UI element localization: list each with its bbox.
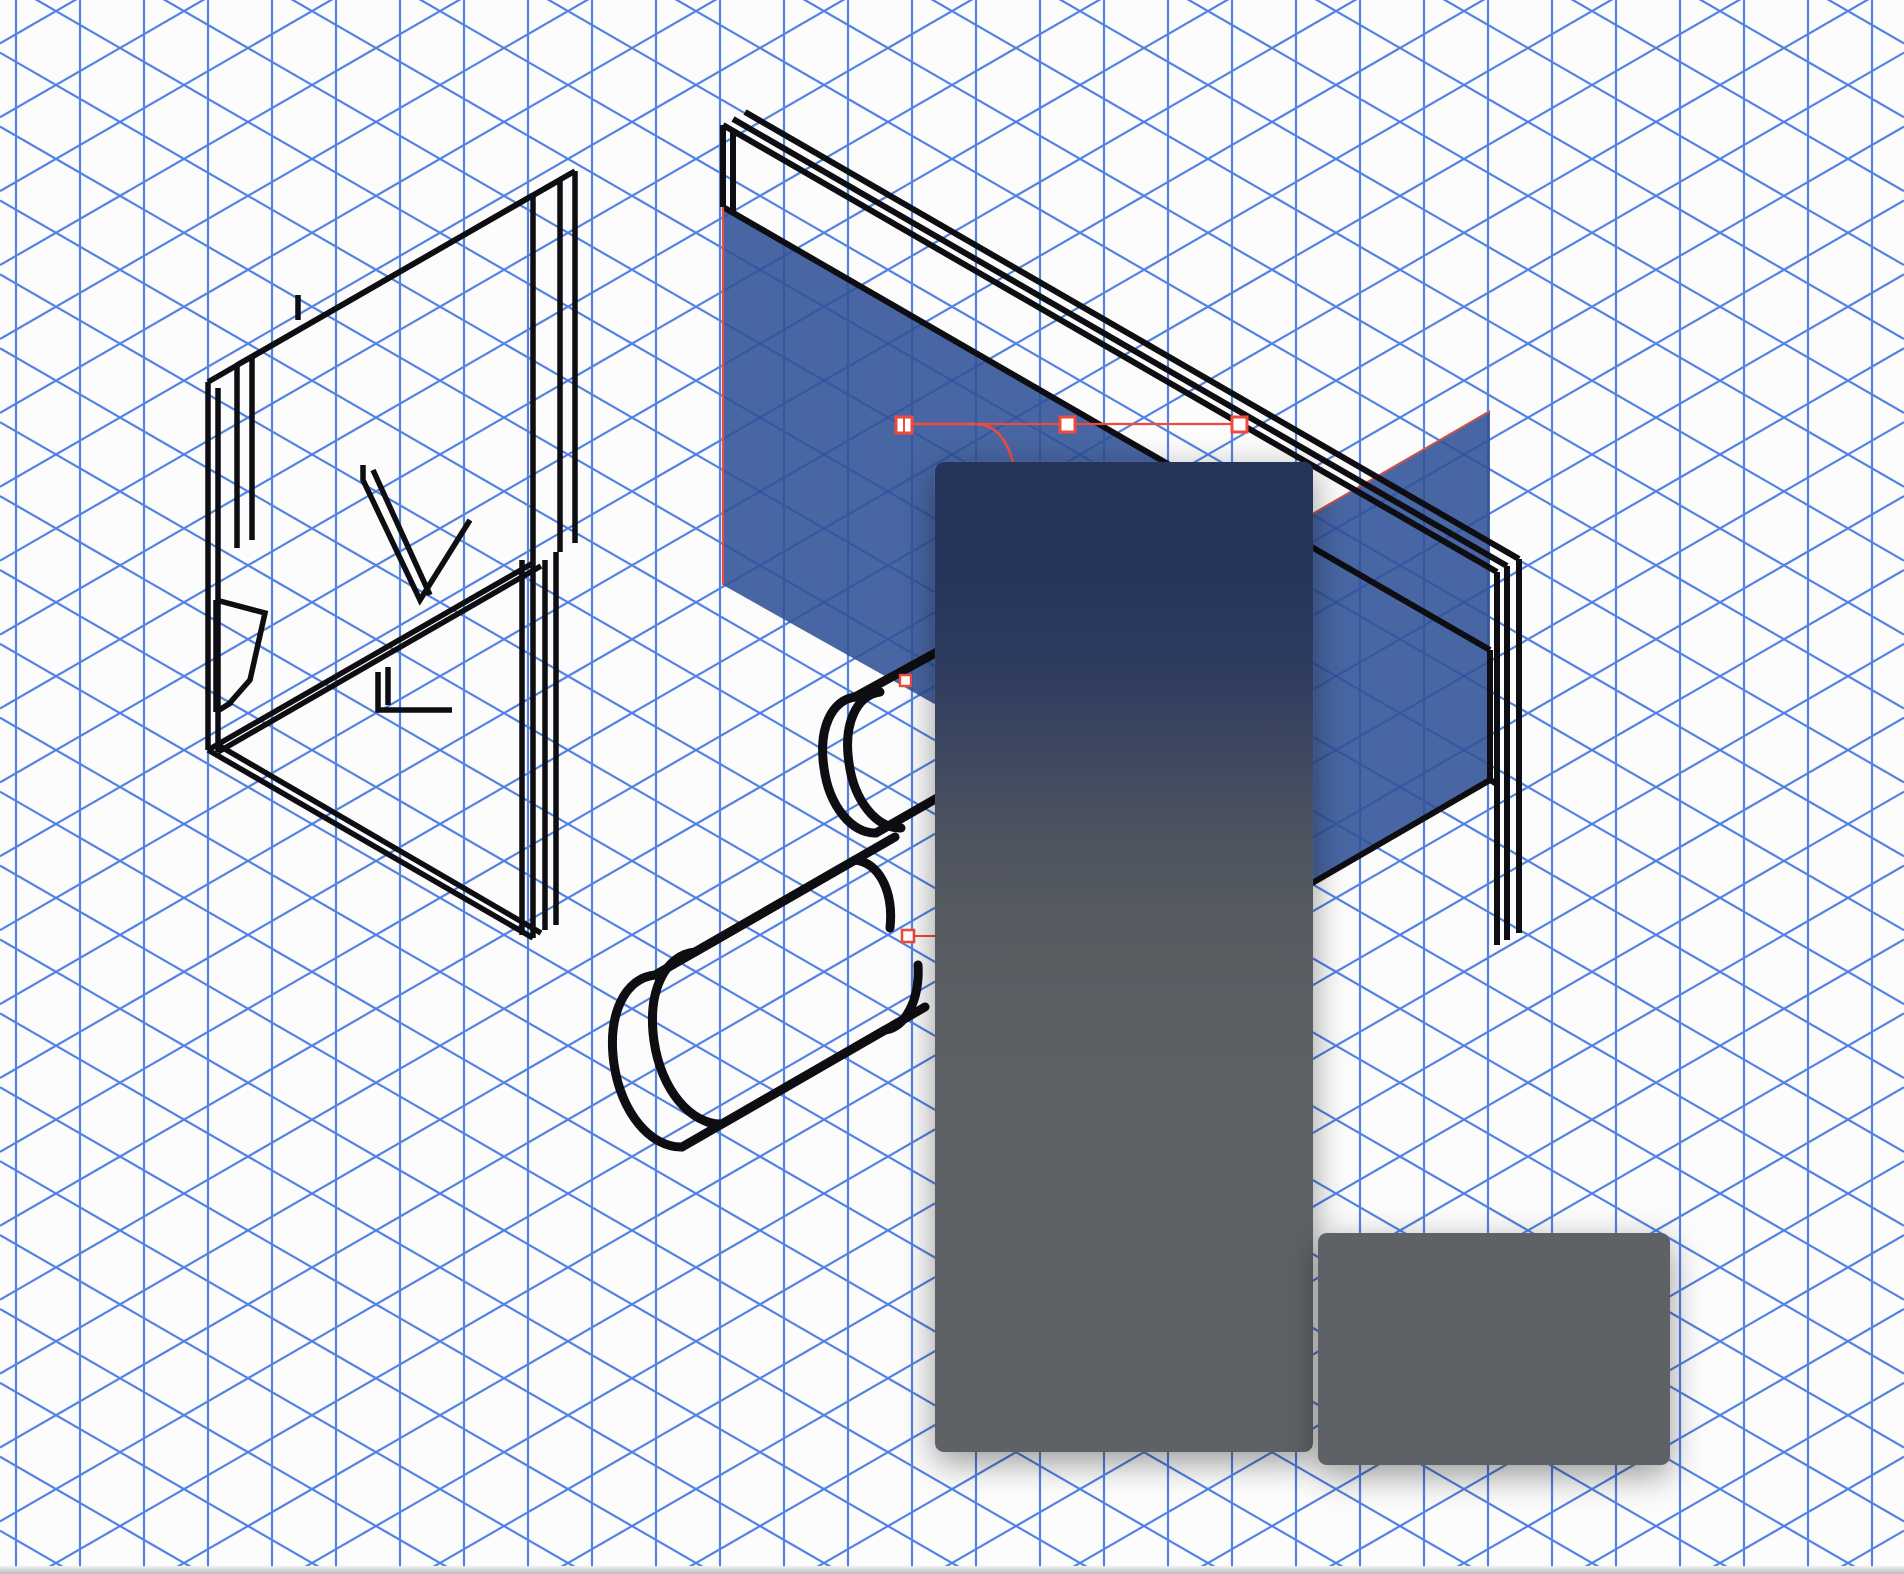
canvas-bottom-edge [0, 1566, 1904, 1574]
canvas-context-menu[interactable] [935, 462, 1313, 1452]
illustrator-canvas-window [0, 0, 1904, 1574]
shape-left-panel [205, 168, 578, 941]
arrange-submenu[interactable] [1318, 1233, 1670, 1465]
